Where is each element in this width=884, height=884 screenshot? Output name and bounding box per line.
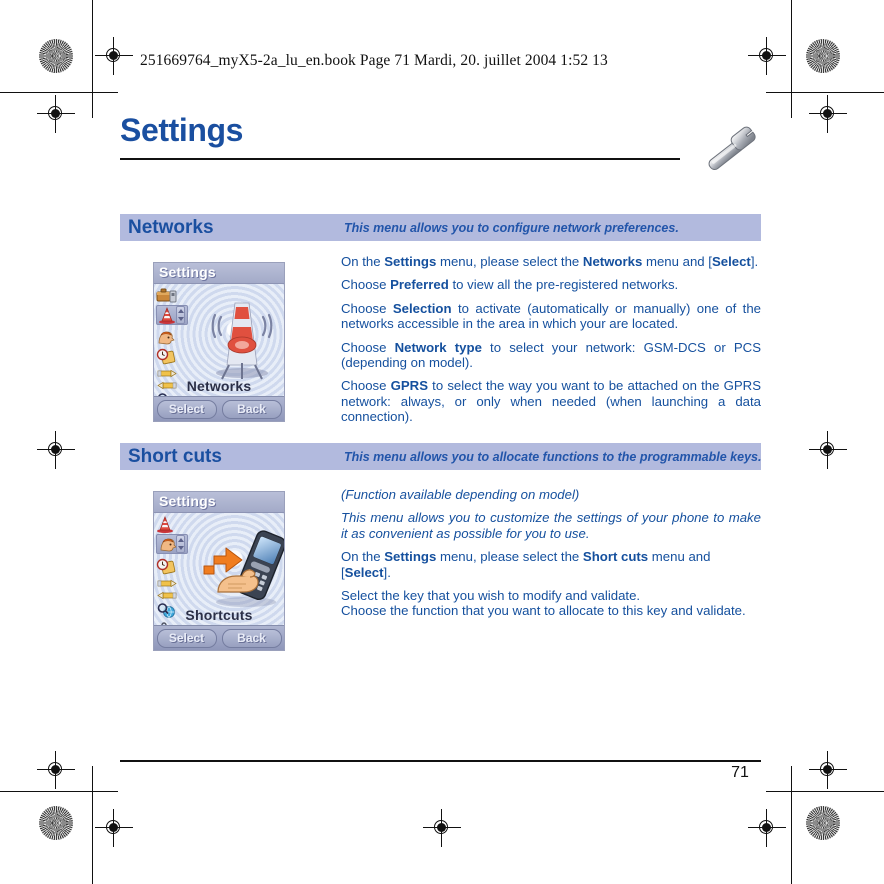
- scroll-spinner[interactable]: [176, 535, 185, 553]
- paragraph: Choose GPRS to select the way you want t…: [341, 378, 761, 425]
- paragraph: Choose Network type to select your netwo…: [341, 339, 761, 371]
- section-body-short-cuts: (Function available depending on model) …: [341, 487, 761, 627]
- clock-notes-icon: [156, 558, 178, 575]
- page-title: Settings: [120, 112, 244, 148]
- phone-screenshot-shortcuts: Settings Shortcuts Select Back: [153, 491, 285, 651]
- paragraph: On the Settings menu, please select the …: [341, 254, 759, 269]
- title-divider: [120, 158, 680, 160]
- section-title: Networks: [128, 216, 214, 238]
- face-profile-icon: [156, 329, 178, 346]
- softkey-select[interactable]: Select: [156, 399, 217, 419]
- pencil-right-icon: [156, 366, 178, 378]
- phone-softkey-bar: Select Back: [154, 625, 284, 650]
- toolbox-icon: [156, 287, 178, 304]
- hand-pointing-phone-icon: [198, 518, 284, 610]
- phone-softkey-bar: Select Back: [154, 396, 284, 421]
- softkey-back[interactable]: Back: [221, 628, 282, 648]
- section-header-short-cuts: Short cuts This menu allows you to alloc…: [120, 443, 761, 470]
- section-header-networks: Networks This menu allows you to configu…: [120, 214, 761, 241]
- phone-screen-label: Networks: [186, 378, 252, 394]
- document-page: 251669764_myX5-2a_lu_en.book Page 71 Mar…: [0, 0, 884, 884]
- paragraph: Select the key that you wish to modify a…: [341, 588, 746, 619]
- clock-notes-icon: [156, 348, 178, 365]
- traffic-cone-icon: [156, 516, 178, 533]
- section-title: Short cuts: [128, 445, 222, 467]
- softkey-select[interactable]: Select: [156, 628, 217, 648]
- page-number: 71: [731, 764, 749, 781]
- section-body-networks: On the Settings menu, please select the …: [341, 254, 761, 433]
- paragraph: Choose Preferred to view all the pre-reg…: [341, 277, 679, 293]
- phone-title-text: Settings: [159, 493, 216, 509]
- scroll-spinner[interactable]: [176, 306, 185, 324]
- pencil-right-icon: [156, 576, 178, 588]
- paragraph: (Function available depending on model): [341, 487, 580, 502]
- section-description: This menu allows you to allocate functio…: [344, 449, 762, 464]
- radio-tower-icon: [202, 293, 282, 381]
- wrench-icon: [697, 126, 767, 176]
- softkey-back[interactable]: Back: [221, 399, 282, 419]
- paragraph: Choose Selection to activate (automatica…: [341, 300, 761, 332]
- book-file-header: 251669764_myX5-2a_lu_en.book Page 71 Mar…: [140, 52, 608, 69]
- paragraph: On the Settings menu, please select the …: [341, 549, 711, 580]
- paragraph: This menu allows you to customize the se…: [341, 510, 761, 541]
- phone-screen-label: Shortcuts: [185, 607, 253, 623]
- phone-title-text: Settings: [159, 264, 216, 280]
- section-description: This menu allows you to configure networ…: [344, 220, 679, 235]
- phone-screenshot-networks: Settings Networks Select Back: [153, 262, 285, 422]
- pencil-left-icon: [156, 588, 178, 600]
- footer-divider: [120, 760, 761, 762]
